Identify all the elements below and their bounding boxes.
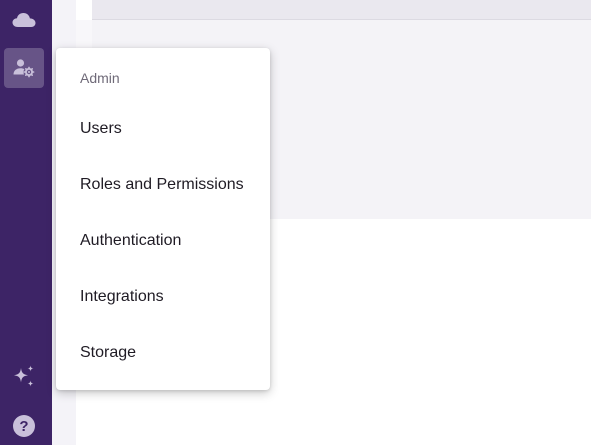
help-icon: ?	[13, 415, 35, 437]
app-window: ? Admin Users Roles and Permissions Auth…	[0, 0, 591, 445]
menu-item-integrations[interactable]: Integrations	[56, 275, 270, 319]
rail-item-help[interactable]: ?	[4, 406, 44, 445]
cloud-icon	[12, 13, 36, 27]
rail-item-cloud[interactable]	[4, 0, 44, 40]
sparkles-icon	[14, 365, 34, 387]
rail-item-ai[interactable]	[4, 357, 44, 397]
rail-item-admin[interactable]	[4, 48, 44, 88]
menu-item-storage[interactable]: Storage	[56, 331, 270, 375]
menu-header: Admin	[80, 70, 120, 86]
menu-item-roles-and-permissions[interactable]: Roles and Permissions	[56, 163, 270, 207]
menu-item-users[interactable]: Users	[56, 107, 270, 151]
nav-rail: ?	[0, 0, 52, 445]
admin-menu: Admin Users Roles and Permissions Authen…	[56, 48, 270, 390]
menu-item-authentication[interactable]: Authentication	[56, 219, 270, 263]
svg-text:?: ?	[19, 418, 28, 435]
content-toolbar	[92, 0, 591, 20]
user-settings-icon	[13, 59, 35, 78]
